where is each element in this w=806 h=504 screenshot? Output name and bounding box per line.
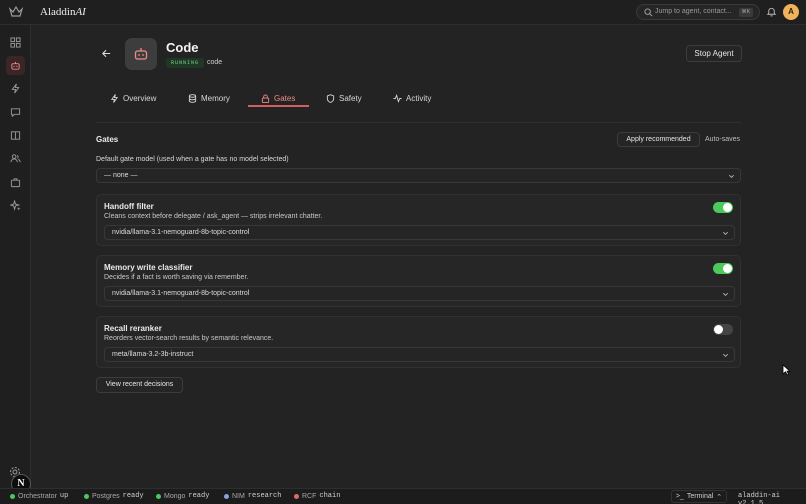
- lightning-icon: [11, 83, 20, 94]
- search-input[interactable]: Jump to agent, contact... ⌘K: [636, 4, 760, 20]
- gate-model-select[interactable]: nvidia/llama-3.1-nemoguard-8b-topic-cont…: [104, 225, 735, 240]
- sidebar-item-automations[interactable]: [6, 79, 25, 98]
- activity-icon: [393, 93, 402, 103]
- status-postgres: Postgres ready: [84, 492, 144, 500]
- status-nim: NIM research: [224, 492, 281, 500]
- autosave-label: Auto-saves: [705, 136, 741, 143]
- default-model-label: Default gate model (used when a gate has…: [96, 156, 289, 163]
- sidebar-item-knowledge[interactable]: [6, 126, 25, 145]
- divider: [96, 122, 741, 123]
- tab-bar: Overview Memory Gates Safety Activity: [96, 85, 740, 109]
- search-icon: [644, 8, 653, 17]
- app-version: aladdin-ai v2.1.5: [738, 492, 781, 504]
- dashboard-grid-icon: [10, 37, 21, 48]
- stop-agent-button[interactable]: Stop Agent: [686, 45, 742, 62]
- chevron-down-icon: [723, 292, 728, 296]
- gate-card-recall-reranker: Recall reranker Reorders vector-search r…: [96, 316, 741, 368]
- sidebar-item-skills[interactable]: [6, 196, 25, 215]
- users-icon: [10, 154, 21, 163]
- gate-toggle[interactable]: [713, 202, 733, 213]
- terminal-button[interactable]: >_ Terminal ⌃: [671, 490, 727, 503]
- toggle-knob: [723, 264, 732, 273]
- status-dot: [10, 493, 15, 499]
- chevron-up-icon: ⌃: [716, 493, 723, 501]
- tab-activity[interactable]: Activity: [393, 89, 431, 107]
- bot-icon: [134, 48, 148, 60]
- search-shortcut: ⌘K: [738, 8, 753, 17]
- sidebar-item-contacts[interactable]: [6, 149, 25, 168]
- chat-icon: [10, 108, 21, 118]
- status-orchestrator: Orchestrator up: [10, 492, 68, 500]
- gate-card-handoff-filter: Handoff filter Cleans context before del…: [96, 194, 741, 246]
- aladdin-logo-icon[interactable]: [8, 4, 24, 20]
- bot-icon: [11, 61, 20, 70]
- chevron-down-icon: [723, 353, 728, 357]
- avatar[interactable]: A: [783, 4, 799, 20]
- chevron-down-icon: [723, 231, 728, 235]
- gate-description: Cleans context before delegate / ask_age…: [104, 213, 323, 220]
- agent-avatar: [125, 38, 157, 70]
- default-model-select[interactable]: — none —: [96, 168, 741, 183]
- status-dot: [294, 493, 299, 499]
- gate-card-memory-write-classifier: Memory write classifier Decides if a fac…: [96, 255, 741, 307]
- status-mongo: Mongo ready: [156, 492, 209, 500]
- tab-overview[interactable]: Overview: [110, 89, 156, 107]
- book-icon: [10, 131, 21, 140]
- back-arrow-icon[interactable]: [101, 48, 112, 59]
- sidebar-item-workspace[interactable]: [6, 173, 25, 192]
- gate-title: Handoff filter: [104, 202, 154, 211]
- app-brand: AladdinAI: [40, 6, 86, 18]
- gate-title: Recall reranker: [104, 324, 162, 333]
- chevron-down-icon: [729, 174, 734, 178]
- briefcase-icon: [10, 178, 21, 188]
- gate-model-select[interactable]: nvidia/llama-3.1-nemoguard-8b-topic-cont…: [104, 286, 735, 301]
- top-bar: AladdinAI Jump to agent, contact... ⌘K A: [0, 0, 806, 25]
- lightning-icon: [110, 93, 119, 103]
- active-tab-indicator: [248, 105, 309, 107]
- lock-icon: [261, 93, 270, 103]
- tab-memory[interactable]: Memory: [188, 89, 230, 107]
- terminal-icon: >_: [675, 493, 684, 500]
- status-dot: [84, 493, 89, 499]
- sidebar-item-dashboard[interactable]: [6, 33, 25, 52]
- gate-description: Decides if a fact is worth saving via re…: [104, 274, 249, 281]
- page-title: Code: [166, 40, 199, 55]
- gate-toggle[interactable]: [713, 324, 733, 335]
- gate-title: Memory write classifier: [104, 263, 193, 272]
- section-title: Gates: [96, 135, 119, 144]
- agent-slug: code: [207, 59, 223, 66]
- status-rcf: RCF chain: [294, 492, 340, 500]
- sidebar-item-chat[interactable]: [6, 103, 25, 122]
- mouse-cursor-icon: [782, 364, 791, 376]
- sparkles-icon: [10, 200, 21, 211]
- sidebar: [0, 25, 31, 488]
- sidebar-item-agents[interactable]: [6, 56, 25, 75]
- gate-model-select[interactable]: meta/llama-3.2-3b-instruct: [104, 347, 735, 362]
- gate-toggle[interactable]: [713, 263, 733, 274]
- tab-safety[interactable]: Safety: [326, 89, 362, 107]
- view-recent-decisions-button[interactable]: View recent decisions: [96, 377, 183, 393]
- apply-recommended-button[interactable]: Apply recommended: [617, 132, 700, 147]
- gate-description: Reorders vector-search results by semant…: [104, 335, 274, 342]
- status-bar: Orchestrator up Postgres ready Mongo rea…: [0, 488, 806, 504]
- bell-icon[interactable]: [766, 6, 777, 17]
- status-dot: [156, 493, 161, 499]
- toggle-knob: [714, 325, 723, 334]
- toggle-knob: [723, 203, 732, 212]
- status-dot: [224, 493, 229, 499]
- search-placeholder: Jump to agent, contact...: [655, 8, 732, 15]
- shield-icon: [326, 93, 335, 103]
- status-badge: RUNNING: [166, 58, 205, 68]
- database-icon: [188, 93, 197, 103]
